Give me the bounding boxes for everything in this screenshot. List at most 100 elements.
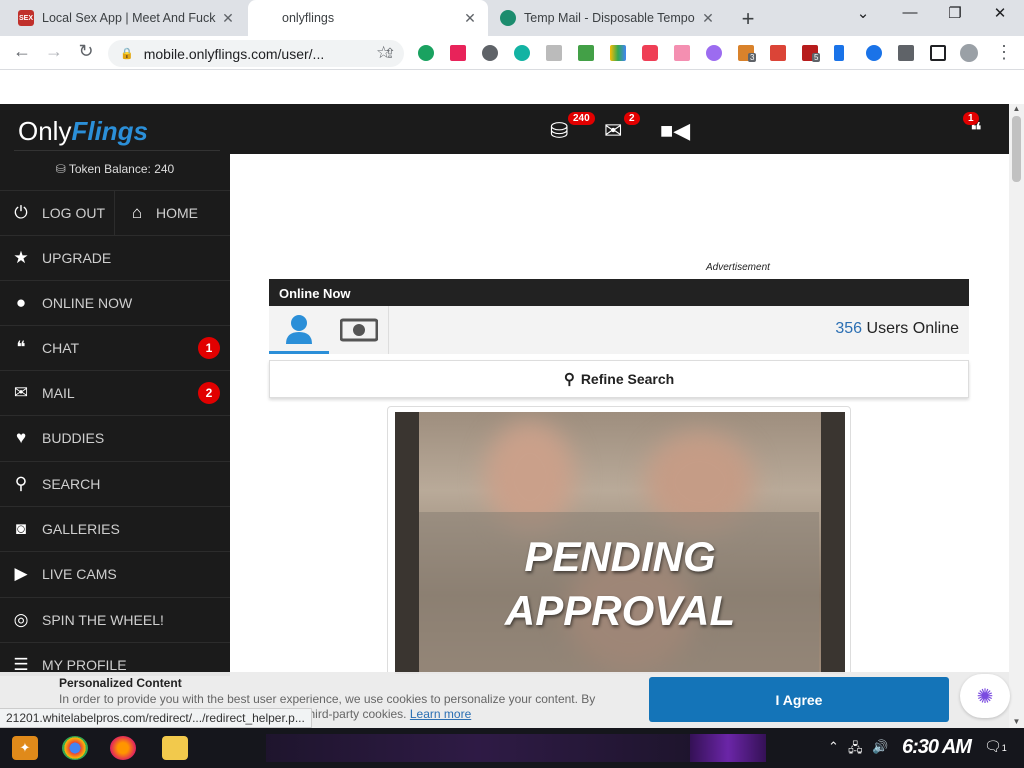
lock-icon: 🔒 [120, 48, 134, 60]
learn-more-link[interactable]: Learn more [410, 707, 471, 721]
close-window-button[interactable]: ✕ [988, 4, 1012, 22]
video-camera-icon: ▶ [14, 563, 28, 583]
user-icon: ● [15, 292, 27, 312]
z-extension-icon[interactable] [866, 45, 882, 61]
sidebar-item-label: BUDDIES [42, 429, 105, 446]
leaf-extension-icon[interactable] [450, 45, 466, 61]
maximize-button[interactable]: ❐ [943, 4, 967, 22]
extensions-puzzle-icon[interactable] [898, 45, 914, 61]
minimize-button[interactable]: — [898, 4, 922, 21]
money-bill-icon [339, 318, 378, 342]
i-agree-button[interactable]: I Agree [649, 677, 949, 722]
new-tab-button[interactable]: + [736, 6, 760, 32]
sidebar-item-search[interactable]: ⚲ SEARCH [0, 461, 230, 505]
chat-badge: 1 [963, 112, 979, 125]
puzzle-tile-extension-icon[interactable] [546, 45, 562, 61]
browser-tab-onlyflings[interactable]: onlyflings ✕ [248, 0, 488, 36]
side-panel-icon[interactable] [930, 45, 946, 61]
sidebar-item-home[interactable]: HOME [156, 205, 198, 221]
sidebar-item-label: GALLERIES [42, 520, 120, 537]
brain-extension-icon[interactable]: ✺ [960, 674, 1010, 718]
page-scrollbar[interactable]: ▲ ▼ [1009, 104, 1024, 728]
sidebar-item-galleries[interactable]: ◙ GALLERIES [0, 506, 230, 550]
arrow-extension-icon[interactable] [674, 45, 690, 61]
taskbar-clock[interactable]: 6:30 AM [902, 736, 972, 759]
tab-search-chevron-icon[interactable]: ⌄ [851, 4, 875, 22]
sidebar-item-mail[interactable]: ✉ MAIL 2 [0, 370, 230, 414]
bookmark-star-icon[interactable]: ☆ [376, 43, 391, 63]
network-icon[interactable]: 🖧 [848, 739, 863, 761]
chrome-taskbar-icon[interactable] [62, 736, 88, 760]
drive-extension-icon[interactable] [610, 45, 626, 61]
tray-expand-icon[interactable]: ⌃ [828, 739, 839, 755]
home-icon: ⌂ [131, 202, 143, 222]
hexagon-extension-icon[interactable] [482, 45, 498, 61]
notifications-icon[interactable]: 🗨1 [984, 738, 1007, 755]
profile-avatar-icon[interactable] [960, 44, 978, 62]
grammarly-extension-icon[interactable] [418, 45, 434, 61]
browser-tab-local-sex-app[interactable]: SEX Local Sex App | Meet And Fuck ✕ [8, 0, 246, 36]
pocket-extension-icon[interactable] [642, 45, 658, 61]
sidebar-item-buddies[interactable]: ♥ BUDDIES [0, 415, 230, 459]
mail-badge: 2 [624, 112, 640, 125]
brain-extension-icon[interactable] [706, 45, 722, 61]
token-balance: ⛁ Token Balance: 240 [0, 162, 230, 176]
camera-icon: ◙ [15, 518, 27, 538]
video-camera-icon[interactable]: ■◀ [660, 118, 690, 144]
start-button-icon[interactable]: ✦ [12, 736, 38, 760]
pending-approval-photo[interactable]: PENDING APPROVAL [395, 412, 845, 674]
close-tab-icon[interactable]: ✕ [700, 10, 716, 27]
reload-button[interactable]: ↻ [74, 41, 98, 62]
heart-icon: ♥ [15, 427, 27, 447]
mail-count-badge: 2 [198, 381, 220, 404]
chat-bubbles-icon: ❝ [16, 337, 26, 357]
onlyflings-logo[interactable]: OnlyFlings [18, 116, 148, 147]
sheets-extension-icon[interactable] [578, 45, 594, 61]
taskbar: ✦ ⌃ 🖧 🔊 6:30 AM 🗨1 [0, 728, 1024, 768]
sidebar-item-label: SEARCH [42, 475, 101, 492]
tab-title: Local Sex App | Meet And Fuck [42, 11, 216, 25]
forward-button[interactable]: → [42, 41, 66, 62]
tab-users[interactable] [269, 306, 329, 354]
temp-mail-favicon-icon [500, 10, 516, 26]
menu-divider [114, 191, 115, 235]
close-tab-icon[interactable]: ✕ [462, 10, 478, 27]
address-bar[interactable]: 🔒 mobile.onlyflings.com/user/... ⇪ [108, 40, 404, 67]
power-icon: ⏻ [14, 202, 28, 222]
sidebar-item-logout[interactable]: ⏻ LOG OUT ⌂ HOME [0, 190, 230, 235]
token-balance-text: Token Balance: 240 [68, 162, 175, 176]
file-explorer-icon[interactable] [162, 736, 188, 760]
sidebar-item-online-now[interactable]: ● ONLINE NOW [0, 280, 230, 324]
token-coins-icon[interactable]: ⛁ [550, 118, 568, 144]
sidebar-item-label: ONLINE NOW [42, 294, 133, 311]
sidebar-item-upgrade[interactable]: ★ UPGRADE [0, 235, 230, 279]
sidebar-item-label: UPGRADE [42, 249, 112, 266]
wave-extension-icon[interactable] [834, 45, 844, 61]
tab-money[interactable] [329, 306, 389, 354]
scrollbar-thumb[interactable] [1012, 116, 1021, 182]
scroll-up-arrow-icon[interactable]: ▲ [1009, 104, 1024, 113]
status-bar-url: 21201.whitelabelpros.com/redirect/.../re… [0, 708, 312, 728]
profile-card[interactable]: PENDING APPROVAL [387, 406, 851, 676]
firefox-taskbar-icon[interactable] [110, 736, 136, 760]
mail-envelope-icon[interactable]: ✉ [604, 118, 622, 144]
sidebar-item-chat[interactable]: ❝ CHAT 1 [0, 325, 230, 369]
target-icon: ◎ [13, 609, 29, 629]
browser-tab-temp-mail[interactable]: Temp Mail - Disposable Tempo ✕ [490, 0, 726, 36]
sidebar-item-spin-the-wheel[interactable]: ◎ SPIN THE WHEEL! [0, 597, 230, 641]
sidebar-item-live-cams[interactable]: ▶ LIVE CAMS [0, 551, 230, 595]
user-icon [286, 314, 312, 344]
chat-count-badge: 1 [198, 336, 220, 359]
main-content: Advertisement Online Now 356 Users Onlin… [230, 154, 1009, 676]
close-tab-icon[interactable]: ✕ [220, 10, 236, 27]
m-extension-icon[interactable] [514, 45, 530, 61]
browser-menu-icon[interactable]: ⋮ [992, 42, 1016, 63]
refine-search-button[interactable]: ⚲ Refine Search [269, 360, 969, 398]
todoist-extension-icon[interactable] [770, 45, 786, 61]
volume-icon[interactable]: 🔊 [872, 739, 888, 755]
scroll-down-arrow-icon[interactable]: ▼ [1009, 717, 1024, 726]
back-button[interactable]: ← [10, 41, 34, 62]
site-top-bar: ⛁ 240 ✉ 2 ■◀ ❝ 1 [230, 104, 1009, 154]
sidebar-item-my-profile[interactable]: ☰ MY PROFILE [0, 642, 230, 676]
url-text: mobile.onlyflings.com/user/... [143, 45, 325, 62]
